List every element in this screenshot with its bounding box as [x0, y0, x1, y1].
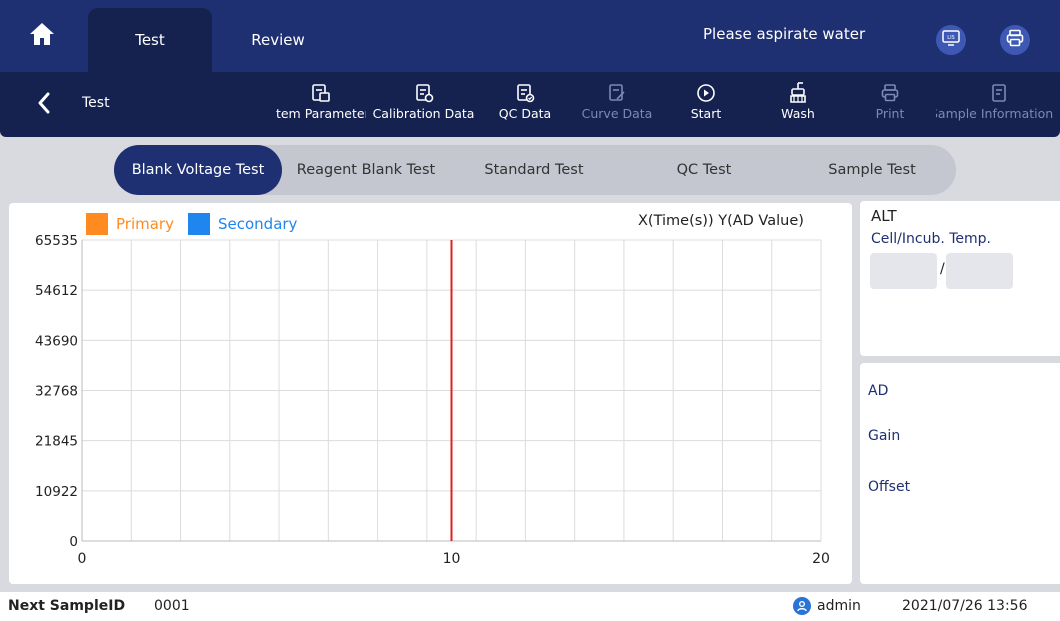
home-button[interactable] [0, 0, 84, 72]
tab-sample-test-label: Sample Test [828, 162, 916, 178]
tab-reagent-blank-test-label: Reagent Blank Test [296, 162, 436, 178]
printer-button[interactable] [1000, 25, 1030, 55]
curve-data-icon [606, 82, 628, 104]
next-sample-label: Next SampleID [8, 598, 126, 614]
tab-qc-test-label: QC Test [676, 162, 732, 178]
status-message: Please aspirate water [703, 25, 866, 43]
chart-panel: Primary Secondary X(Time(s)) Y(AD Value)… [9, 203, 852, 584]
calibration-data-button[interactable]: Calibration Data [366, 82, 481, 130]
toolbar-title: Test [82, 95, 110, 111]
temperature-label: Cell/Incub. Temp. [871, 231, 992, 247]
curve-data-button[interactable]: Curve Data [572, 82, 662, 130]
start-label: Start [690, 106, 722, 121]
datetime: 2021/07/26 13:56 [902, 598, 1028, 614]
item-parameter-label: Item Parameter [276, 106, 366, 121]
wash-button[interactable]: Wash [768, 82, 828, 130]
cell-temp-field [870, 253, 937, 289]
x-tick-label: 0 [78, 551, 87, 567]
x-tick-label: 10 [443, 551, 461, 567]
start-icon [695, 82, 717, 104]
y-tick-label: 65535 [35, 233, 78, 249]
y-tick-label: 0 [69, 534, 78, 550]
sample-info-icon [988, 82, 1010, 104]
back-button[interactable] [30, 92, 58, 118]
svg-text:LIS: LIS [947, 35, 954, 41]
wash-label: Wash [781, 106, 815, 121]
tab-test-label: Test [135, 31, 165, 49]
chart: 0 10922 21845 32768 43690 54612 65535 0 10 20 [35, 233, 830, 567]
temp-separator: / [940, 261, 945, 277]
printer-icon [1006, 29, 1024, 51]
top-bar: Test Review Please aspirate water LIS [0, 0, 1060, 72]
tab-blank-voltage-test-label: Blank Voltage Test [131, 162, 265, 178]
calibration-data-icon [413, 82, 435, 104]
test-type-tabs: Blank Voltage Test Reagent Blank Test St… [114, 145, 956, 195]
status-bar: Next SampleID 0001 admin 2021/07/26 13:5… [0, 592, 1060, 621]
y-tick-label: 21845 [35, 434, 78, 450]
y-tick-label: 10922 [35, 484, 78, 500]
print-label: Print [875, 106, 905, 121]
y-tick-label: 43690 [35, 333, 78, 349]
item-parameter-icon [310, 82, 332, 104]
signal-info-panel: AD Gain Offset [860, 363, 1060, 584]
lis-icon: LIS [942, 30, 960, 50]
offset-label: Offset [868, 479, 911, 495]
start-button[interactable]: Start [676, 82, 736, 130]
tab-reagent-blank-test[interactable]: Reagent Blank Test [284, 145, 448, 195]
print-icon [879, 82, 901, 104]
gain-label: Gain [868, 428, 901, 444]
tab-standard-test[interactable]: Standard Test [454, 145, 614, 195]
print-button[interactable]: Print [860, 82, 920, 130]
home-icon [29, 22, 55, 50]
x-tick-label: 20 [812, 551, 830, 567]
item-name: ALT [871, 207, 897, 225]
item-info-panel: ALT Cell/Incub. Temp. / [860, 201, 1060, 356]
item-parameter-button[interactable]: Item Parameter [276, 82, 366, 130]
tab-review-label: Review [251, 31, 305, 49]
lis-button[interactable]: LIS [936, 25, 966, 55]
tab-sample-test[interactable]: Sample Test [794, 145, 950, 195]
y-tick-label: 54612 [35, 283, 78, 299]
tab-test[interactable]: Test [88, 8, 212, 72]
qc-data-button[interactable]: QC Data [490, 82, 560, 130]
qc-data-icon [514, 82, 536, 104]
tab-blank-voltage-test[interactable]: Blank Voltage Test [114, 145, 282, 195]
toolbar: Test Item Parameter Calibration Data QC … [0, 72, 1060, 137]
next-sample-value: 0001 [154, 598, 190, 614]
user-name: admin [817, 598, 861, 614]
ad-label: AD [868, 383, 889, 399]
chevron-left-icon [37, 92, 51, 118]
wash-icon [787, 82, 809, 104]
user-icon [793, 597, 811, 615]
sample-information-button[interactable]: Sample Information [936, 82, 1060, 130]
qc-data-label: QC Data [498, 106, 552, 121]
calibration-data-label: Calibration Data [372, 106, 475, 121]
tab-review[interactable]: Review [216, 8, 340, 72]
incub-temp-field [946, 253, 1013, 289]
sample-information-label: Sample Information [936, 106, 1054, 121]
tab-standard-test-label: Standard Test [484, 162, 584, 178]
curve-data-label: Curve Data [581, 106, 653, 121]
tab-qc-test[interactable]: QC Test [624, 145, 784, 195]
y-tick-label: 32768 [35, 383, 78, 399]
